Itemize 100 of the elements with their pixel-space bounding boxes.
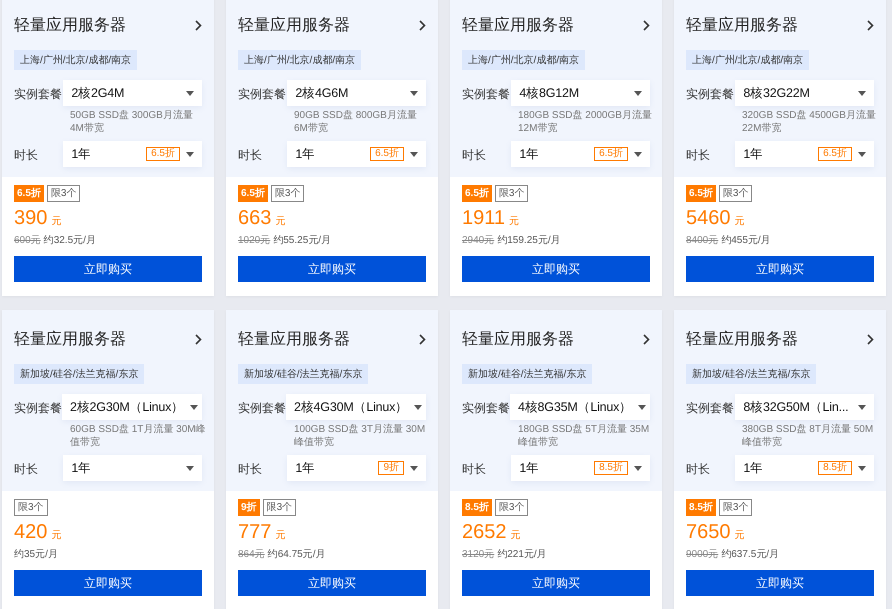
discount-badge: 9折 (238, 499, 260, 516)
monthly-price: 约637.5元/月 (721, 548, 780, 561)
discount-tag: 8.5折 (818, 461, 852, 475)
field-label: 时长 (462, 147, 487, 164)
original-price: 1020元 (238, 234, 270, 247)
discount-tag: 8.5折 (594, 461, 628, 475)
field-label: 实例套餐 (462, 86, 511, 103)
price: 663 (238, 207, 272, 230)
card-title: 轻量应用服务器 (238, 16, 350, 36)
price: 5460 (686, 207, 730, 230)
buy-button[interactable]: 立即购买 (14, 570, 202, 596)
card-title: 轻量应用服务器 (686, 16, 798, 36)
discount-badge: 6.5折 (238, 185, 268, 202)
spec-text: 380GB SSD盘 8T月流量 50M峰值带宽 (742, 423, 874, 449)
spec-text: 320GB SSD盘 4500GB月流量 22M带宽 (742, 109, 877, 135)
duration-dropdown[interactable]: 1年 (63, 455, 202, 481)
monthly-price: 约455元/月 (721, 234, 771, 247)
region-tag: 新加坡/硅谷/法兰克福/东京 (462, 364, 592, 384)
discount-badge: 6.5折 (14, 185, 44, 202)
plan-dropdown[interactable]: 4核8G12M (511, 80, 650, 106)
discount-tag: 6.5折 (146, 147, 180, 161)
discount-tag: 6.5折 (594, 147, 628, 161)
region-tag: 新加坡/硅谷/法兰克福/东京 (686, 364, 816, 384)
buy-button[interactable]: 立即购买 (238, 570, 426, 596)
card-title: 轻量应用服务器 (462, 16, 574, 36)
original-price: 9000元 (686, 548, 718, 561)
spec-text: 180GB SSD盘 5T月流量 35M峰值带宽 (518, 423, 650, 449)
original-price: 600元 (14, 234, 41, 247)
field-label: 实例套餐 (686, 86, 735, 103)
price-unit: 元 (510, 529, 520, 542)
plan-dropdown[interactable]: 2核4G30M（Linux） (286, 394, 426, 420)
limit-badge: 限3个 (718, 185, 752, 202)
card-title: 轻量应用服务器 (14, 16, 126, 36)
field-label: 时长 (462, 461, 487, 478)
spec-text: 180GB SSD盘 2000GB月流量 12M带宽 (518, 109, 653, 135)
discount-badge: 6.5折 (686, 185, 716, 202)
field-label: 实例套餐 (14, 86, 63, 103)
buy-button[interactable]: 立即购买 (462, 256, 650, 282)
field-label: 时长 (14, 147, 39, 164)
limit-badge: 限3个 (494, 185, 528, 202)
price-unit: 元 (734, 215, 744, 228)
plan-dropdown[interactable]: 8核32G22M (735, 80, 874, 106)
price: 1911 (462, 207, 506, 230)
original-price: 2940元 (462, 234, 494, 247)
original-price: 3120元 (462, 548, 494, 561)
region-tag: 上海/广州/北京/成都/南京 (686, 50, 810, 70)
buy-button[interactable]: 立即购买 (238, 256, 426, 282)
monthly-price: 约55.25元/月 (273, 234, 332, 247)
monthly-price: 约32.5元/月 (44, 234, 96, 247)
price-unit: 元 (51, 529, 62, 542)
plan-dropdown[interactable]: 8核32G50M（Lin... (735, 394, 874, 420)
plan-dropdown[interactable]: 4核8G35M（Linux） (510, 394, 650, 420)
field-label: 实例套餐 (14, 400, 62, 417)
field-label: 时长 (686, 147, 711, 164)
buy-button[interactable]: 立即购买 (462, 570, 650, 596)
original-price: 8400元 (686, 234, 718, 247)
spec-text: 60GB SSD盘 1T月流量 30M峰值带宽 (70, 423, 206, 449)
discount-tag: 6.5折 (370, 147, 404, 161)
discount-badge: 6.5折 (462, 185, 492, 202)
field-label: 时长 (238, 147, 263, 164)
monthly-price: 约221元/月 (497, 548, 547, 561)
monthly-price: 约64.75元/月 (268, 548, 326, 561)
price-unit: 元 (51, 215, 62, 228)
duration-dropdown[interactable]: 1年 6.5折 (735, 141, 874, 167)
duration-dropdown[interactable]: 1年 6.5折 (287, 141, 426, 167)
limit-badge: 限3个 (14, 499, 48, 516)
price: 2652 (462, 521, 506, 544)
buy-button[interactable]: 立即购买 (14, 256, 202, 282)
limit-badge: 限3个 (46, 185, 80, 202)
field-label: 实例套餐 (238, 400, 286, 417)
price-unit: 元 (734, 529, 744, 542)
price-unit: 元 (275, 529, 286, 542)
duration-dropdown[interactable]: 1年 8.5折 (511, 455, 650, 481)
price: 7650 (686, 521, 730, 544)
field-label: 实例套餐 (686, 400, 735, 417)
buy-button[interactable]: 立即购买 (686, 570, 874, 596)
price-unit: 元 (275, 215, 286, 228)
discount-tag: 9折 (378, 461, 404, 475)
plan-dropdown[interactable]: 2核2G30M（Linux） (62, 394, 202, 420)
discount-badge: 8.5折 (686, 499, 716, 516)
buy-button[interactable]: 立即购买 (686, 256, 874, 282)
card-title: 轻量应用服务器 (14, 330, 126, 350)
region-tag: 上海/广州/北京/成都/南京 (14, 50, 138, 70)
duration-dropdown[interactable]: 1年 6.5折 (63, 141, 202, 167)
price: 390 (14, 207, 48, 230)
duration-dropdown[interactable]: 1年 9折 (287, 455, 426, 481)
card-title: 轻量应用服务器 (238, 330, 350, 350)
discount-tag: 6.5折 (818, 147, 852, 161)
monthly-price: 约159.25元/月 (497, 234, 561, 247)
duration-dropdown[interactable]: 1年 8.5折 (735, 455, 874, 481)
card-title: 轻量应用服务器 (462, 330, 574, 350)
limit-badge: 限3个 (718, 499, 752, 516)
price: 420 (14, 521, 48, 544)
duration-dropdown[interactable]: 1年 6.5折 (511, 141, 650, 167)
field-label: 时长 (14, 461, 39, 478)
plan-dropdown[interactable]: 2核2G4M (63, 80, 202, 106)
spec-text: 50GB SSD盘 300GB月流量 4M带宽 (70, 109, 194, 135)
region-tag: 上海/广州/北京/成都/南京 (238, 50, 362, 70)
field-label: 时长 (238, 461, 263, 478)
plan-dropdown[interactable]: 2核4G6M (287, 80, 426, 106)
